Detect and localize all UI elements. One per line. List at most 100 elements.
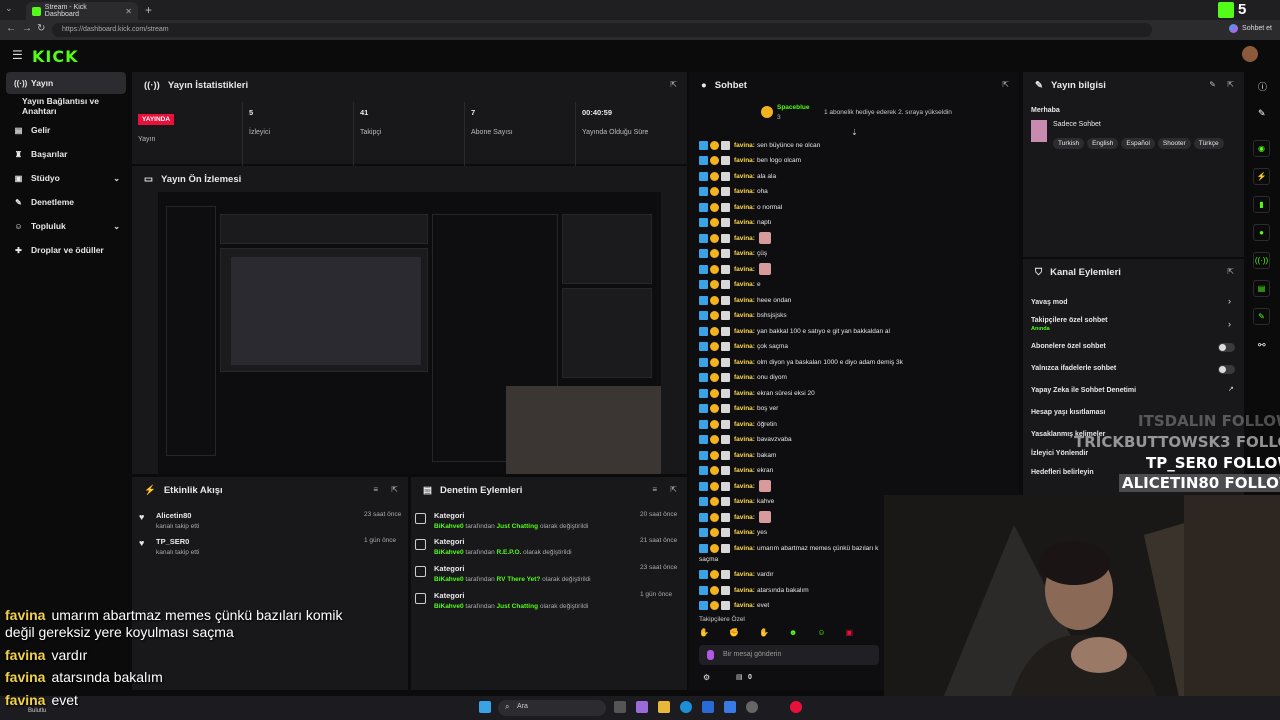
- emote-icon[interactable]: ✋: [759, 628, 769, 640]
- chat-message[interactable]: favina: o normal: [699, 201, 782, 213]
- chat-message[interactable]: favina:: [699, 480, 771, 492]
- chat-message[interactable]: favina: ben logo olcam: [699, 155, 801, 167]
- chat-message[interactable]: favina: oha: [699, 186, 768, 198]
- chat-message[interactable]: favina: evet: [699, 600, 769, 612]
- expand-icon[interactable]: ⇱: [670, 80, 677, 89]
- chat-message[interactable]: favina: umarım abartmaz memes çünkü bazıl…: [699, 542, 878, 554]
- action-emotes-only[interactable]: Yalnızca ifadelerle sohbet: [1031, 365, 1116, 372]
- chat-username[interactable]: favina:: [734, 266, 755, 273]
- obs-icon[interactable]: [790, 701, 802, 713]
- chevron-right-icon[interactable]: ›: [1228, 319, 1231, 329]
- sidebar-item-stream[interactable]: ((·)) Yayın: [6, 72, 126, 94]
- chat-message[interactable]: favina: yes: [699, 527, 767, 539]
- expand-icon[interactable]: ⇱: [1227, 267, 1234, 276]
- chat-username[interactable]: favina:: [734, 173, 755, 180]
- chat-message[interactable]: favina: ala ala: [699, 170, 776, 182]
- mic-icon[interactable]: [707, 650, 714, 660]
- chevron-right-icon[interactable]: ›: [1228, 296, 1231, 306]
- chat-message[interactable]: favina: olm diyon ya baskaları 1000 e diy…: [699, 356, 903, 368]
- settings-app-icon[interactable]: [746, 701, 758, 713]
- emotes-only-toggle[interactable]: [1218, 365, 1235, 374]
- sidebar-item-moderation[interactable]: ✎ Denetleme: [6, 191, 126, 213]
- back-icon[interactable]: ←: [6, 23, 16, 34]
- emote-icon[interactable]: ▣: [846, 628, 854, 640]
- action-raid[interactable]: İzleyici Yönlendir: [1031, 450, 1088, 457]
- info-icon[interactable]: ⓘ: [1258, 80, 1267, 93]
- action-goals[interactable]: Hedefleri belirleyin: [1031, 469, 1094, 476]
- chat-input[interactable]: Bir mesaj gönderin: [699, 645, 879, 665]
- emote-icon[interactable]: ✊: [729, 628, 739, 640]
- edge-icon[interactable]: [680, 701, 692, 713]
- chat-message[interactable]: favina:: [699, 232, 771, 244]
- trash-button[interactable]: ▮: [1253, 196, 1270, 213]
- start-icon[interactable]: [479, 701, 491, 713]
- browser-tab[interactable]: Stream - Kick Dashboard ✕: [26, 2, 138, 20]
- filter-icon[interactable]: ≡: [373, 485, 378, 494]
- chat-username[interactable]: favina:: [734, 436, 755, 443]
- menu-icon[interactable]: ☰: [12, 48, 23, 62]
- mail-icon[interactable]: [724, 701, 736, 713]
- sidebar-item-studio[interactable]: ▣ Stüdyo ⌄: [6, 167, 126, 189]
- chat-message[interactable]: favina: sen büyünce ne olcan: [699, 139, 820, 151]
- url-field[interactable]: https://dashboard.kick.com/stream: [52, 23, 1152, 37]
- chat-username[interactable]: favina:: [734, 142, 755, 149]
- chat-message[interactable]: favina: kahve: [699, 496, 774, 508]
- chat-message[interactable]: favina:: [699, 511, 771, 523]
- expand-icon[interactable]: ⇱: [391, 485, 398, 494]
- camera-button[interactable]: ◉: [1253, 140, 1270, 157]
- emote-icon[interactable]: ☺: [817, 628, 825, 640]
- chat-message[interactable]: favina: boş ver: [699, 403, 778, 415]
- chat-message[interactable]: favina: ekran süresi eksi 20: [699, 387, 815, 399]
- action-followers-only[interactable]: Takipçilere özel sohbet: [1031, 317, 1108, 324]
- chat-message[interactable]: favina: öğretin: [699, 418, 777, 430]
- chat-message[interactable]: saçma: [699, 553, 718, 565]
- chat-username[interactable]: favina:: [734, 571, 755, 578]
- chat-username[interactable]: favina:: [734, 545, 755, 552]
- taskbar-search[interactable]: ⌕ Ara: [498, 700, 606, 716]
- emote-icon[interactable]: ✋: [699, 628, 709, 640]
- chat-username[interactable]: favina:: [734, 405, 755, 412]
- chat-username[interactable]: favina:: [734, 421, 755, 428]
- scroll-down-icon[interactable]: ⇣: [851, 128, 858, 137]
- chat-message[interactable]: favina: bavavzvaba: [699, 434, 792, 446]
- chat-message[interactable]: favina: bakam: [699, 449, 776, 461]
- chat-message[interactable]: favina: yan bakkal 100 e satıyo e git yan…: [699, 325, 890, 337]
- chat-message[interactable]: favina: ekran: [699, 465, 773, 477]
- chat-username[interactable]: favina:: [734, 188, 755, 195]
- chat-username[interactable]: favina:: [734, 374, 755, 381]
- action-account-age[interactable]: Hesap yaşı kısıtlaması: [1031, 409, 1105, 416]
- chat-message[interactable]: favina: atarsında bakalım: [699, 584, 809, 596]
- chat-username[interactable]: favina:: [734, 602, 755, 609]
- chat-message[interactable]: favina: çüş: [699, 248, 767, 260]
- chat-username[interactable]: favina:: [734, 328, 755, 335]
- chat-username[interactable]: favina:: [734, 219, 755, 226]
- stream-preview-video[interactable]: [158, 192, 661, 474]
- close-tab-icon[interactable]: ✕: [125, 7, 132, 16]
- sidebar-item-revenue[interactable]: ▤ Gelir: [6, 119, 126, 141]
- edit-icon[interactable]: ✎: [1209, 80, 1216, 89]
- task-view-icon[interactable]: [614, 701, 626, 713]
- chat-username[interactable]: favina:: [734, 514, 755, 521]
- expand-icon[interactable]: ⇱: [1002, 80, 1009, 89]
- emote-icon[interactable]: ☻: [789, 628, 797, 640]
- expand-icon[interactable]: ⇱: [670, 485, 677, 494]
- chat-username[interactable]: favina:: [734, 204, 755, 211]
- list-button[interactable]: ▤: [1253, 280, 1270, 297]
- copilot-chat-button[interactable]: Sohbet et: [1229, 24, 1272, 33]
- chat-message[interactable]: favina: bshsjsjsks: [699, 310, 787, 322]
- reload-icon[interactable]: ↻: [37, 23, 45, 34]
- chat-message[interactable]: favina: onu diyom: [699, 372, 787, 384]
- chat-username[interactable]: favina:: [734, 359, 755, 366]
- chat-username[interactable]: favina:: [734, 281, 755, 288]
- external-link-icon[interactable]: ↗: [1228, 385, 1234, 393]
- share-icon[interactable]: ⚯: [1258, 340, 1266, 351]
- edit-icon[interactable]: ✎: [1258, 108, 1266, 119]
- action-ai-moderation[interactable]: Yapay Zeka ile Sohbet Denetimi: [1031, 387, 1136, 394]
- chat-username[interactable]: favina:: [734, 452, 755, 459]
- chat-username[interactable]: favina:: [734, 483, 755, 490]
- sidebar-item-community[interactable]: ☺ Topluluk ⌄: [6, 215, 126, 237]
- copilot-app-icon[interactable]: [636, 701, 648, 713]
- chat-message[interactable]: favina: çok saçma: [699, 341, 788, 353]
- chat-username[interactable]: favina:: [734, 390, 755, 397]
- chat-message[interactable]: favina: heee ondan: [699, 294, 791, 306]
